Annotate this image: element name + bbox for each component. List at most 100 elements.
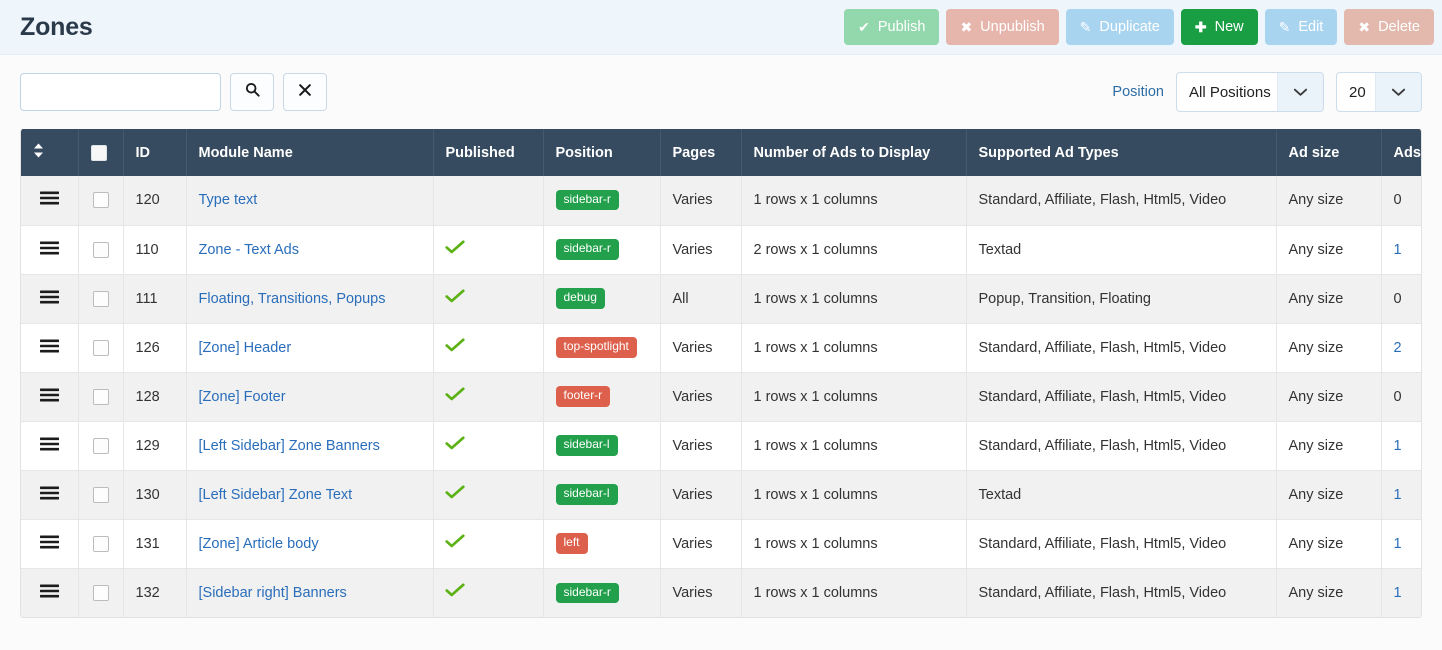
table-header: ID Module Name Published Position Pages … [21,129,1421,176]
col-header-ad-size[interactable]: Ad size [1276,129,1382,176]
drag-handle-icon[interactable] [39,535,59,552]
drag-handle-icon[interactable] [39,486,59,503]
cell-module-name: [Zone] Footer [186,372,434,422]
publish-button[interactable]: ✔ Publish [844,9,940,45]
table-row[interactable]: 128 [Zone] Footer footer-r Varies 1 rows x 1… [21,372,1421,422]
row-checkbox[interactable] [92,584,109,601]
ads-count-link[interactable]: 2 [1394,340,1402,356]
duplicate-button[interactable]: ✎ Duplicate [1065,9,1174,45]
row-checkbox[interactable] [92,437,109,454]
cell-ads-count: 1 [1381,421,1421,471]
green-check-icon[interactable] [444,338,465,356]
cell-module-name: [Zone] Article body [186,519,434,569]
edit-button[interactable]: ✎ Edit [1264,9,1338,45]
action-toolbar: ✔ Publish ✖ Unpublish ✎ Duplicate ✚ New ✎ Edit ✖ De… [844,9,1438,45]
table-row[interactable]: 130 [Left Sidebar] Zone Text sidebar-l Vari… [21,470,1421,520]
new-button[interactable]: ✚ New [1180,9,1258,45]
table-row[interactable]: 131 [Zone] Article body left Varies 1 rows x… [21,519,1421,569]
select-all-checkbox[interactable] [90,144,107,161]
table-row[interactable]: 129 [Left Sidebar] Zone Banners sidebar-l V… [21,421,1421,471]
ads-count-link[interactable]: 1 [1394,487,1402,503]
page-size-select-value: 20 [1349,83,1366,101]
zones-table-container: ID Module Name Published Position Pages … [20,129,1422,618]
sort-updown-icon[interactable] [33,143,44,160]
table-row[interactable]: 126 [Zone] Header top-spotlight Varies 1 row… [21,323,1421,373]
green-check-icon[interactable] [444,289,465,307]
ads-count-link[interactable]: 1 [1394,585,1402,601]
cell-published [433,372,544,422]
module-name-link[interactable]: [Left Sidebar] Zone Banners [199,438,380,454]
module-name-link[interactable]: [Sidebar right] Banners [199,585,347,601]
clear-x-icon [298,83,312,102]
position-select[interactable]: All Positions [1176,72,1324,112]
drag-handle-icon[interactable] [39,241,59,258]
green-check-icon[interactable] [444,583,465,601]
col-header-pages[interactable]: Pages [660,129,742,176]
module-name-link[interactable]: [Zone] Header [199,340,292,356]
drag-handle-icon[interactable] [39,584,59,601]
col-header-number-of-ads[interactable]: Number of Ads to Display [741,129,967,176]
ads-count-link[interactable]: 1 [1394,536,1402,552]
ads-count-link[interactable]: 1 [1394,438,1402,454]
green-check-icon[interactable] [444,534,465,552]
module-name-link[interactable]: Type text [199,192,258,208]
cell-id: 111 [123,274,187,324]
row-checkbox[interactable] [92,241,109,258]
row-checkbox[interactable] [92,192,109,209]
col-header-sort[interactable] [21,129,79,176]
row-checkbox[interactable] [92,290,109,307]
module-name-link[interactable]: [Left Sidebar] Zone Text [199,487,353,503]
green-check-icon[interactable] [444,240,465,258]
table-row[interactable]: 132 [Sidebar right] Banners sidebar-r Varie… [21,568,1421,617]
drag-handle-icon[interactable] [39,339,59,356]
delete-button[interactable]: ✖ Delete [1344,9,1434,45]
green-check-icon[interactable] [444,387,465,405]
cell-pages: Varies [660,225,742,275]
cell-published [433,470,544,520]
row-checkbox-cell [78,372,124,422]
unpublish-button[interactable]: ✖ Unpublish [946,9,1059,45]
pencil-square-icon: ✎ [1278,19,1291,35]
cell-published [433,274,544,324]
ads-count-link[interactable]: 1 [1394,242,1402,258]
drag-handle-icon[interactable] [39,388,59,405]
row-checkbox[interactable] [92,339,109,356]
green-check-icon[interactable] [444,485,465,503]
module-name-link[interactable]: [Zone] Article body [199,536,319,552]
drag-handle-icon[interactable] [39,290,59,307]
page-size-select[interactable]: 20 [1336,72,1422,112]
col-header-module-name[interactable]: Module Name [186,129,434,176]
cell-published [433,568,544,617]
cell-module-name: [Zone] Header [186,323,434,373]
drag-handle-icon[interactable] [39,437,59,454]
cell-module-name: Type text [186,176,434,226]
row-checkbox[interactable] [92,388,109,405]
search-group [20,73,327,111]
col-header-select-all[interactable] [78,129,124,176]
module-name-link[interactable]: [Zone] Footer [199,389,286,405]
ads-count-value: 0 [1393,388,1402,405]
chevron-down-icon[interactable] [1277,73,1323,111]
col-header-ads[interactable]: Ads [1381,129,1421,176]
cell-position: debug [543,274,661,324]
table-row[interactable]: 120 Type text sidebar-r Varies 1 rows x 1 co… [21,176,1421,226]
cell-position: top-spotlight [543,323,661,373]
module-name-link[interactable]: Floating, Transitions, Popups [199,291,386,307]
module-name-link[interactable]: Zone - Text Ads [199,242,299,258]
table-row[interactable]: 110 Zone - Text Ads sidebar-r Varies 2 rows … [21,225,1421,275]
search-button[interactable] [230,73,274,111]
green-check-icon[interactable] [444,436,465,454]
search-input[interactable] [20,73,221,111]
col-header-published[interactable]: Published [433,129,544,176]
chevron-down-icon[interactable] [1375,73,1421,111]
cell-ad-size: Any size [1276,470,1382,520]
clear-search-button[interactable] [283,73,327,111]
table-row[interactable]: 111 Floating, Transitions, Popups debug All… [21,274,1421,324]
plus-icon: ✚ [1194,19,1207,35]
col-header-position[interactable]: Position [543,129,661,176]
col-header-supported-ad-types[interactable]: Supported Ad Types [966,129,1277,176]
row-checkbox[interactable] [92,535,109,552]
drag-handle-icon[interactable] [39,191,59,208]
row-checkbox[interactable] [92,486,109,503]
col-header-id[interactable]: ID [123,129,187,176]
